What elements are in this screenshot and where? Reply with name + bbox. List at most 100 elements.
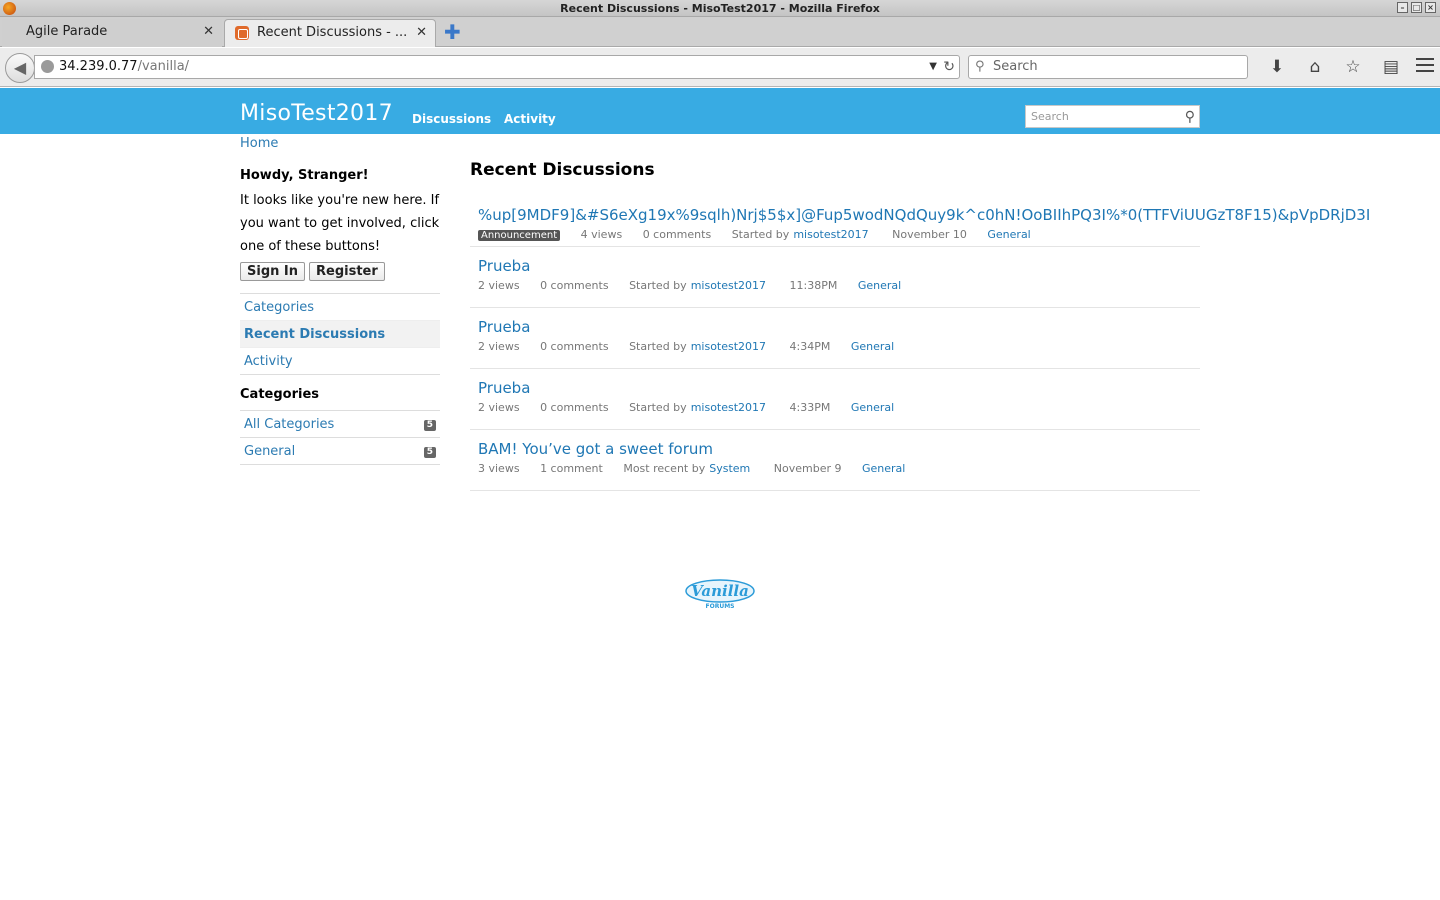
url-path: /vanilla/ xyxy=(137,59,190,74)
discussion-date: 4:33PM xyxy=(789,401,831,414)
site-brand[interactable]: MisoTest2017 xyxy=(240,101,393,126)
dropdown-arrow-icon[interactable]: ▼ xyxy=(929,56,937,78)
discussion-list: %up[9MDF9]&#S6eXg19x%9sqlh)Nrj$5$x]@Fup5… xyxy=(470,204,1370,491)
menu-activity[interactable]: Activity xyxy=(504,112,556,126)
main-content: Recent Discussions %up[9MDF9]&#S6eXg19x%… xyxy=(470,160,1370,491)
discussion-date: 11:38PM xyxy=(789,279,838,292)
sign-in-button[interactable]: Sign In xyxy=(240,262,305,281)
page-title: Recent Discussions xyxy=(470,160,655,180)
discussion-meta: 3 views 1 comment Most recent by System N… xyxy=(478,462,1192,475)
discussion-meta: 2 views 0 comments Started by misotest201… xyxy=(478,279,1192,292)
discussion-meta: 2 views 0 comments Started by misotest201… xyxy=(478,340,1192,353)
bookmark-star-icon[interactable]: ☆ xyxy=(1334,56,1372,78)
tab-agile-parade[interactable]: Agile Parade ✕ xyxy=(2,19,222,47)
sidebar-item-activity[interactable]: Activity xyxy=(240,348,440,375)
discussion-date: November 10 xyxy=(892,228,967,241)
author-link[interactable]: misotest2017 xyxy=(793,228,868,241)
announcement-badge: Announcement xyxy=(478,230,561,241)
sidebar-nav: Categories Recent Discussions Activity xyxy=(240,293,440,375)
window-controls: – □ × xyxy=(1397,2,1436,13)
guest-greeting: Howdy, Stranger! xyxy=(240,168,369,183)
author-link[interactable]: misotest2017 xyxy=(691,340,766,353)
toolbar-icons: ⬇ ⌂ ☆ ▤ xyxy=(1258,56,1410,78)
download-icon[interactable]: ⬇ xyxy=(1258,56,1296,78)
discussion-item: BAM! You’ve got a sweet forum 3 views 1 … xyxy=(470,430,1200,491)
author-link[interactable]: System xyxy=(709,462,750,475)
categories-heading: Categories xyxy=(240,387,320,402)
firefox-icon xyxy=(3,2,16,15)
discussion-title[interactable]: Prueba xyxy=(478,255,1192,277)
minimize-icon[interactable]: – xyxy=(1397,2,1408,13)
url-bar[interactable]: 34.239.0.77/vanilla/ ▼ ↻ xyxy=(34,55,960,79)
tab-label: Recent Discussions - ... xyxy=(257,25,408,40)
menu-hamburger-icon[interactable] xyxy=(1416,58,1434,76)
comments-count: 1 comment xyxy=(540,462,603,475)
close-window-icon[interactable]: × xyxy=(1425,2,1436,13)
discussion-item: %up[9MDF9]&#S6eXg19x%9sqlh)Nrj$5$x]@Fup5… xyxy=(470,204,1370,247)
new-tab-icon[interactable]: ✚ xyxy=(444,22,461,42)
discussion-title[interactable]: %up[9MDF9]&#S6eXg19x%9sqlh)Nrj$5$x]@Fup5… xyxy=(478,204,1370,226)
vanilla-favicon-icon xyxy=(235,26,249,40)
search-icon: ⚲ xyxy=(975,59,985,74)
discussion-item: Prueba 2 views 0 comments Started by miso… xyxy=(470,369,1200,430)
register-button[interactable]: Register xyxy=(309,262,385,281)
tab-label: Agile Parade xyxy=(26,24,108,39)
nav-toolbar: ◀ 34.239.0.77/vanilla/ ▼ ↻ ⚲ Search ⬇ ⌂ … xyxy=(0,48,1440,87)
started-label: Started by xyxy=(629,340,687,353)
discussion-title[interactable]: Prueba xyxy=(478,377,1192,399)
category-name: All Categories xyxy=(244,417,335,432)
close-tab-icon[interactable]: ✕ xyxy=(203,19,214,45)
views-count: 2 views xyxy=(478,340,520,353)
home-icon[interactable]: ⌂ xyxy=(1296,56,1334,78)
search-icon[interactable]: ⚲ xyxy=(1185,107,1195,128)
comments-count: 0 comments xyxy=(642,228,712,241)
browser-search-input[interactable]: ⚲ Search xyxy=(968,55,1248,79)
views-count: 2 views xyxy=(478,401,520,414)
maximize-icon[interactable]: □ xyxy=(1411,2,1422,13)
tab-recent-discussions[interactable]: Recent Discussions - ... ✕ xyxy=(224,19,436,47)
svg-text:Vanilla: Vanilla xyxy=(691,582,749,600)
sidebar-item-recent-discussions[interactable]: Recent Discussions xyxy=(240,321,440,348)
site-search-placeholder: Search xyxy=(1031,110,1069,123)
site-header: MisoTest2017 Discussions Activity Search… xyxy=(0,88,1440,134)
close-tab-icon[interactable]: ✕ xyxy=(416,20,427,46)
views-count: 3 views xyxy=(478,462,520,475)
author-link[interactable]: misotest2017 xyxy=(691,279,766,292)
back-arrow-icon[interactable]: ◀ xyxy=(5,53,35,83)
discussion-title[interactable]: BAM! You’ve got a sweet forum xyxy=(478,438,1192,460)
started-label: Most recent by xyxy=(623,462,706,475)
category-link[interactable]: General xyxy=(851,340,894,353)
menu-discussions[interactable]: Discussions xyxy=(412,112,491,126)
views-count: 2 views xyxy=(478,279,520,292)
guest-intro: It looks like you're new here. If you wa… xyxy=(240,193,440,254)
category-link[interactable]: General xyxy=(851,401,894,414)
category-count-badge: 5 xyxy=(423,447,436,458)
author-link[interactable]: misotest2017 xyxy=(691,401,766,414)
discussion-title[interactable]: Prueba xyxy=(478,316,1192,338)
category-link[interactable]: General xyxy=(858,279,901,292)
site-search-input[interactable]: Search ⚲ xyxy=(1025,105,1200,128)
started-label: Started by xyxy=(629,401,687,414)
vanilla-forums-logo[interactable]: Vanilla FORUMS xyxy=(684,576,756,610)
views-count: 4 views xyxy=(580,228,623,241)
reload-icon[interactable]: ↻ xyxy=(943,56,955,78)
category-count-badge: 5 xyxy=(423,420,436,431)
sidebar: Howdy, Stranger! It looks like you're ne… xyxy=(240,166,440,465)
breadcrumb-home[interactable]: Home xyxy=(240,136,278,151)
svg-text:FORUMS: FORUMS xyxy=(706,603,735,610)
discussion-date: November 9 xyxy=(773,462,842,475)
sidebar-item-categories[interactable]: Categories xyxy=(240,294,440,321)
category-list: All Categories 5 General 5 xyxy=(240,410,440,465)
category-link[interactable]: General xyxy=(862,462,905,475)
comments-count: 0 comments xyxy=(540,279,609,292)
category-all[interactable]: All Categories 5 xyxy=(240,411,440,438)
comments-count: 0 comments xyxy=(540,340,609,353)
started-label: Started by xyxy=(731,228,790,241)
tab-bar: Agile Parade ✕ Recent Discussions - ... … xyxy=(0,17,1440,47)
category-link[interactable]: General xyxy=(987,228,1030,241)
category-general[interactable]: General 5 xyxy=(240,438,440,465)
window-title: Recent Discussions - MisoTest2017 - Mozi… xyxy=(560,2,880,15)
browser-search-placeholder: Search xyxy=(993,59,1038,74)
reader-list-icon[interactable]: ▤ xyxy=(1372,56,1410,78)
comments-count: 0 comments xyxy=(540,401,609,414)
